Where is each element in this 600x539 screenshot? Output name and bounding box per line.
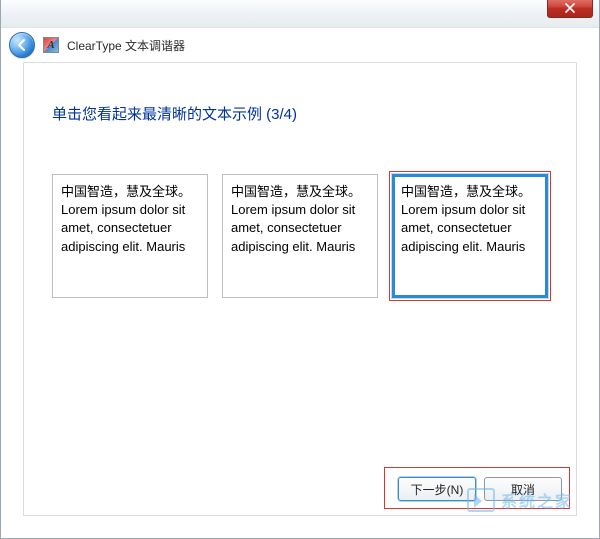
- cancel-button[interactable]: 取消: [484, 477, 562, 501]
- close-icon: [565, 3, 575, 13]
- cleartype-app-icon: A: [43, 37, 59, 53]
- sample-en-text: Lorem ipsum dolor sit amet, consectetuer…: [401, 202, 525, 253]
- sample-en-text: Lorem ipsum dolor sit amet, consectetuer…: [61, 202, 185, 253]
- titlebar: [1, 0, 599, 28]
- nav-row: A ClearType 文本调谐器: [1, 28, 599, 62]
- back-arrow-icon: [15, 38, 29, 52]
- sample-cn-text: 中国智造，慧及全球。: [401, 184, 531, 199]
- back-button[interactable]: [9, 32, 35, 58]
- page-heading: 单击您看起来最清晰的文本示例 (3/4): [52, 103, 552, 124]
- sample-cn-text: 中国智造，慧及全球。: [231, 184, 361, 199]
- text-sample-1[interactable]: 中国智造，慧及全球。 Lorem ipsum dolor sit amet, c…: [52, 174, 208, 298]
- sample-cn-text: 中国智造，慧及全球。: [61, 184, 191, 199]
- window-title: ClearType 文本调谐器: [67, 37, 185, 54]
- sample-en-text: Lorem ipsum dolor sit amet, consectetuer…: [231, 202, 355, 253]
- cleartype-tuner-window: A ClearType 文本调谐器 单击您看起来最清晰的文本示例 (3/4) 中…: [0, 0, 600, 539]
- sample-grid: 中国智造，慧及全球。 Lorem ipsum dolor sit amet, c…: [48, 174, 552, 298]
- text-sample-3[interactable]: 中国智造，慧及全球。 Lorem ipsum dolor sit amet, c…: [392, 174, 548, 298]
- wizard-footer: 下一步(N) 取消: [398, 477, 562, 501]
- next-button[interactable]: 下一步(N): [398, 477, 476, 501]
- content-panel: 单击您看起来最清晰的文本示例 (3/4) 中国智造，慧及全球。 Lorem ip…: [23, 62, 577, 516]
- text-sample-2[interactable]: 中国智造，慧及全球。 Lorem ipsum dolor sit amet, c…: [222, 174, 378, 298]
- close-button[interactable]: [547, 0, 593, 18]
